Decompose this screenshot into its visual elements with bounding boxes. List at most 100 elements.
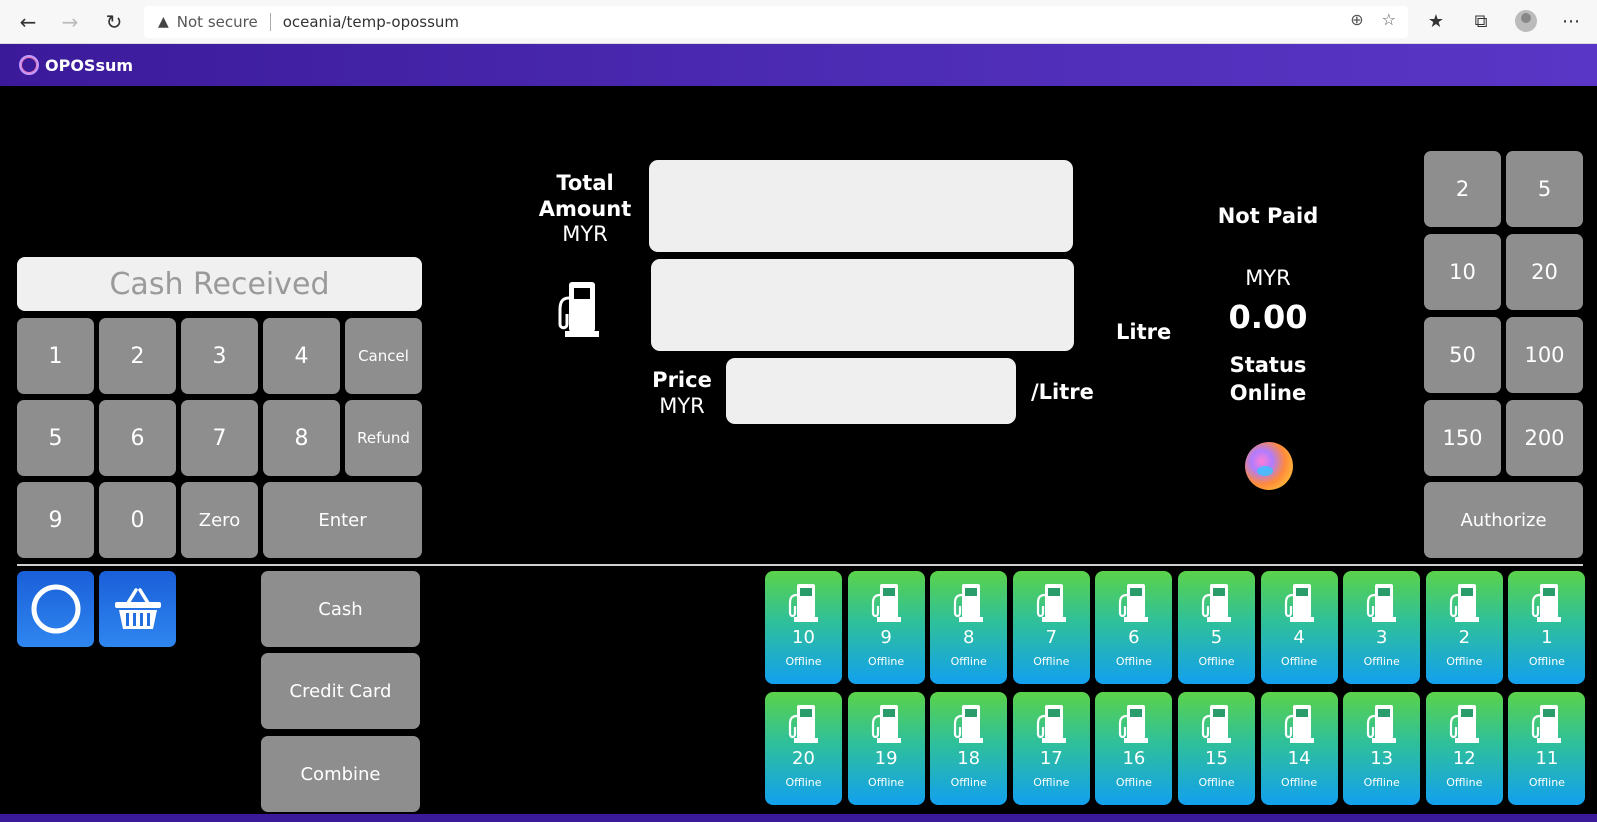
key-2[interactable]: 2 (99, 318, 176, 394)
preset-50-button[interactable]: 50 (1424, 317, 1501, 393)
paid-amount-value: 0.00 (1228, 298, 1308, 336)
fuel-pump-icon (787, 583, 821, 623)
pump-number: 3 (1375, 627, 1388, 648)
fuel-pump-icon (1200, 583, 1234, 623)
favorites-list-icon[interactable]: ★ (1423, 8, 1449, 34)
key-0[interactable]: 0 (99, 482, 176, 558)
cash-received-input[interactable]: Cash Received (17, 257, 422, 311)
preset-150-button[interactable]: 150 (1424, 400, 1501, 476)
pump-tile-4[interactable]: 4 Offline (1260, 571, 1338, 684)
pump-number: 13 (1370, 748, 1394, 769)
connection-status-value: Online (1229, 381, 1307, 405)
pump-tile-18[interactable]: 18 Offline (930, 692, 1008, 805)
pump-tile-8[interactable]: 8 Offline (930, 571, 1008, 684)
pump-tile-16[interactable]: 16 Offline (1095, 692, 1173, 805)
preset-5-button[interactable]: 5 (1506, 151, 1583, 227)
key-5[interactable]: 5 (17, 400, 94, 476)
key-7[interactable]: 7 (181, 400, 258, 476)
total-amount-field (649, 160, 1073, 252)
status-label: Status (1229, 353, 1307, 377)
pump-number: 19 (874, 748, 898, 769)
pump-tile-19[interactable]: 19 Offline (847, 692, 925, 805)
credit-card-button[interactable]: Credit Card (261, 653, 420, 729)
warning-icon: ▲ (158, 14, 169, 30)
collections-icon[interactable]: ⧉ (1468, 8, 1494, 34)
pump-status: Offline (1281, 655, 1318, 668)
circle-icon (31, 584, 80, 634)
pump-tile-9[interactable]: 9 Offline (847, 571, 925, 684)
pump-number: 6 (1128, 627, 1140, 648)
fuel-pump-icon (1283, 583, 1317, 623)
pump-tile-20[interactable]: 20 Offline (765, 692, 842, 805)
pump-tile-1[interactable]: 1 Offline (1508, 571, 1586, 684)
authorize-button[interactable]: Authorize (1424, 482, 1583, 558)
url-text[interactable]: oceania/temp-opossum (283, 13, 459, 31)
cancel-button[interactable]: Cancel (345, 318, 422, 394)
pump-number: 16 (1122, 748, 1146, 769)
pump-number: 15 (1205, 748, 1228, 769)
forward-arrow-icon[interactable]: → (56, 8, 84, 36)
pump-number: 11 (1535, 748, 1559, 769)
pump-tile-17[interactable]: 17 Offline (1012, 692, 1090, 805)
key-3[interactable]: 3 (181, 318, 258, 394)
enter-button[interactable]: Enter (263, 482, 422, 558)
address-bar[interactable]: ▲ Not secure oceania/temp-opossum ⊕ ☆ (144, 6, 1408, 38)
fuel-pump-icon (787, 704, 821, 744)
pump-status: Offline (1363, 776, 1400, 789)
pump-tile-11[interactable]: 11 Offline (1508, 692, 1586, 805)
fuel-pump-icon (1530, 583, 1564, 623)
pump-tile-6[interactable]: 6 Offline (1095, 571, 1173, 684)
pump-number: 2 (1458, 627, 1471, 648)
pump-status: Offline (1115, 776, 1152, 789)
zoom-icon[interactable]: ⊕ (1350, 10, 1363, 29)
preset-100-button[interactable]: 100 (1506, 317, 1583, 393)
pump-tile-5[interactable]: 5 Offline (1178, 571, 1255, 684)
profile-avatar-icon[interactable] (1513, 8, 1539, 34)
key-4[interactable]: 4 (263, 318, 340, 394)
pump-number: 1 (1541, 627, 1553, 648)
circle-button[interactable] (17, 571, 94, 647)
preset-200-button[interactable]: 200 (1506, 400, 1583, 476)
pump-tile-10[interactable]: 10 Offline (765, 571, 842, 684)
pump-tile-7[interactable]: 7 Offline (1012, 571, 1090, 684)
pump-tile-15[interactable]: 15 Offline (1178, 692, 1255, 805)
preset-20-button[interactable]: 20 (1506, 234, 1583, 310)
reload-icon[interactable]: ↻ (100, 8, 128, 36)
pump-tile-13[interactable]: 13 Offline (1343, 692, 1421, 805)
section-divider (17, 564, 1583, 566)
pump-status: Offline (868, 655, 905, 668)
fuel-pump-icon (555, 280, 607, 338)
favorite-star-icon[interactable]: ☆ (1382, 10, 1396, 29)
price-per-litre-field (726, 358, 1016, 424)
pump-status: Offline (1446, 776, 1483, 789)
key-9[interactable]: 9 (17, 482, 94, 558)
key-1[interactable]: 1 (17, 318, 94, 394)
combine-button[interactable]: Combine (261, 736, 420, 812)
preset-2-button[interactable]: 2 (1424, 151, 1501, 227)
key-8[interactable]: 8 (263, 400, 340, 476)
litre-volume-field (651, 259, 1074, 351)
back-arrow-icon[interactable]: ← (14, 8, 42, 36)
pump-tile-2[interactable]: 2 Offline (1425, 571, 1503, 684)
cash-button[interactable]: Cash (261, 571, 420, 647)
pump-status: Offline (1281, 776, 1318, 789)
key-6[interactable]: 6 (99, 400, 176, 476)
pump-status: Offline (1115, 655, 1152, 668)
refund-button[interactable]: Refund (345, 400, 422, 476)
pump-number: 10 (792, 627, 815, 648)
basket-button[interactable] (99, 571, 176, 647)
pump-number: 5 (1210, 627, 1223, 648)
more-menu-icon[interactable]: ⋯ (1558, 8, 1584, 34)
pump-tile-3[interactable]: 3 Offline (1343, 571, 1421, 684)
fuel-pump-icon (1530, 704, 1564, 744)
fuel-pump-icon (870, 704, 904, 744)
pump-tile-14[interactable]: 14 Offline (1260, 692, 1338, 805)
pump-status: Offline (868, 776, 905, 789)
zero-button[interactable]: Zero (181, 482, 258, 558)
preset-10-button[interactable]: 10 (1424, 234, 1501, 310)
pump-status: Offline (785, 776, 822, 789)
price-currency-label: MYR (659, 394, 705, 418)
fuel-pump-icon (952, 583, 986, 623)
pump-tile-12[interactable]: 12 Offline (1425, 692, 1503, 805)
pump-status: Offline (950, 655, 987, 668)
